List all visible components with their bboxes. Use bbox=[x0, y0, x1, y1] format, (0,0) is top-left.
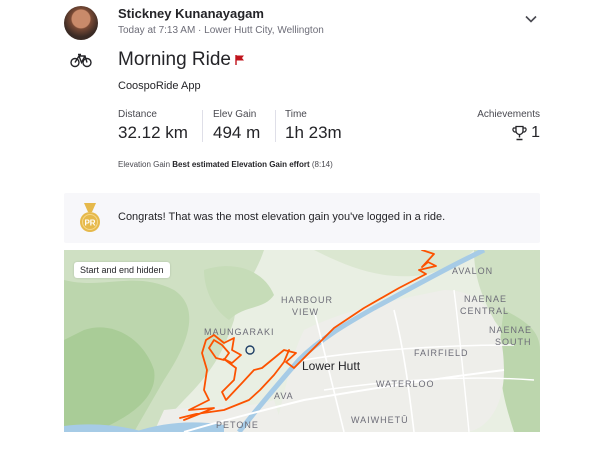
elevation-note: Elevation Gain Best estimated Elevation … bbox=[118, 160, 333, 169]
start-end-hidden-badge: Start and end hidden bbox=[74, 262, 170, 278]
congrats-text: Congrats! That was the most elevation ga… bbox=[118, 211, 446, 223]
map-label-petone: PETONE bbox=[216, 420, 259, 430]
achievements-count: 1 bbox=[531, 124, 540, 141]
elevation-note-suffix: (8:14) bbox=[311, 160, 333, 169]
avatar[interactable] bbox=[64, 6, 98, 40]
map-label-harbour: HARBOUR bbox=[281, 295, 333, 305]
map-label-naenae-south-2: SOUTH bbox=[495, 337, 532, 347]
chevron-down-icon[interactable] bbox=[522, 10, 540, 28]
map-label-ava: AVA bbox=[274, 391, 294, 401]
pr-medal-label: PR bbox=[84, 219, 95, 228]
divider bbox=[202, 110, 203, 142]
map-label-naenae-central-1: NAENAE bbox=[464, 294, 507, 304]
map-label-lower-hutt: Lower Hutt bbox=[302, 359, 361, 373]
map-label-naenae-central-2: CENTRAL bbox=[460, 306, 509, 316]
achievements-label: Achievements bbox=[477, 109, 540, 120]
map-label-waiwhetu: WAIWHETŪ bbox=[351, 415, 409, 425]
stat-value: 32.12 km bbox=[118, 123, 188, 142]
stat-label: Elev Gain bbox=[213, 109, 257, 120]
stat-time: Time 1h 23m bbox=[285, 109, 342, 143]
flag-icon[interactable] bbox=[234, 54, 246, 66]
device-name: CoospoRide App bbox=[118, 80, 201, 92]
map-label-waterloo: WATERLOO bbox=[376, 379, 435, 389]
bike-icon bbox=[70, 53, 92, 68]
elevation-note-prefix: Elevation Gain bbox=[118, 160, 171, 169]
map-label-fairfield: FAIRFIELD bbox=[414, 348, 469, 358]
stat-label: Distance bbox=[118, 109, 157, 120]
achievements[interactable]: Achievements 1 bbox=[440, 109, 540, 142]
map-label-naenae-south-1: NAENAE bbox=[489, 325, 532, 335]
stat-distance: Distance 32.12 km bbox=[118, 109, 188, 143]
divider bbox=[275, 110, 276, 142]
stat-value: 1h 23m bbox=[285, 123, 342, 142]
activity-title[interactable]: Morning Ride bbox=[118, 49, 231, 71]
stat-label: Time bbox=[285, 109, 307, 120]
trophy-icon bbox=[512, 125, 527, 141]
map-label-view: VIEW bbox=[292, 307, 319, 317]
athlete-name[interactable]: Stickney Kunanayagam bbox=[118, 6, 264, 21]
map-label-avalon: AVALON bbox=[452, 266, 493, 276]
pr-medal-icon: PR bbox=[80, 203, 100, 232]
elevation-note-highlight: Best estimated Elevation Gain effort bbox=[172, 160, 310, 169]
start-marker bbox=[245, 345, 255, 355]
stat-value: 494 m bbox=[213, 123, 261, 142]
activity-meta: Today at 7:13 AM · Lower Hutt City, Well… bbox=[118, 25, 324, 36]
stat-elev-gain: Elev Gain 494 m bbox=[213, 109, 260, 143]
